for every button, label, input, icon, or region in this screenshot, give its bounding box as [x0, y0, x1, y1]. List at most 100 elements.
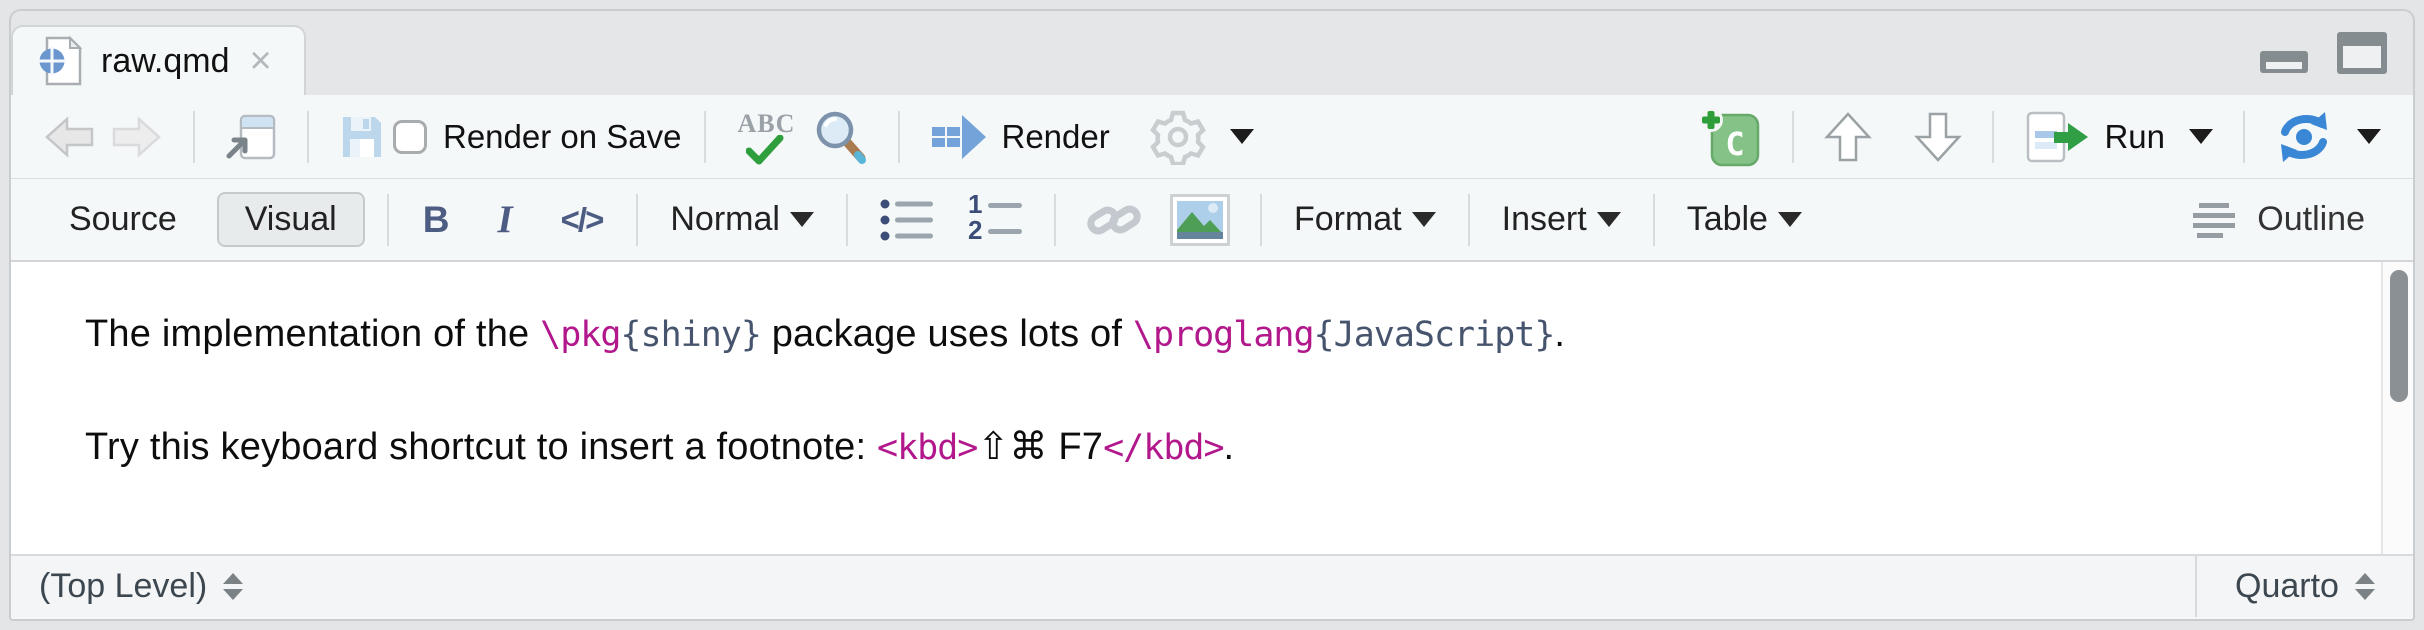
tab-title: raw.qmd	[101, 42, 230, 81]
insert-chunk-button[interactable]: C	[1690, 101, 1770, 173]
code-button[interactable]: </>	[549, 195, 615, 245]
popup-window-icon	[225, 112, 277, 162]
separator	[387, 194, 389, 246]
insert-menu[interactable]: Insert	[1492, 194, 1631, 245]
run-next-chunk-button[interactable]	[1906, 104, 1970, 170]
editor-content[interactable]: The implementation of the \pkg{shiny} pa…	[11, 262, 2413, 554]
paragraph-style-value: Normal	[670, 200, 780, 239]
open-in-new-window-button[interactable]	[217, 106, 285, 168]
render-on-save-label: Render on Save	[443, 118, 682, 156]
separator	[2243, 111, 2245, 163]
close-icon[interactable]: ×	[248, 42, 274, 80]
chevron-down-icon	[1778, 212, 1802, 227]
source-mode-button[interactable]: Source	[51, 192, 195, 247]
scrollbar-thumb[interactable]	[2390, 270, 2408, 402]
source-document-button[interactable]	[2267, 104, 2389, 170]
spellcheck-icon: ABC	[736, 109, 798, 165]
up-down-icon	[2355, 573, 2375, 600]
language-mode-selector[interactable]: Quarto	[2195, 556, 2413, 617]
italic-button[interactable]: I	[479, 191, 530, 248]
kbd-close-tag: </kbd>	[1103, 428, 1223, 468]
editor-toolbar: Render on Save ABC	[11, 95, 2413, 179]
source-editor-pane: raw.qmd ×	[9, 9, 2415, 621]
render-label: Render	[1002, 118, 1110, 156]
chevron-down-icon	[1597, 212, 1621, 227]
separator	[1792, 111, 1794, 163]
chevron-down-icon	[1230, 129, 1254, 144]
arrow-right-icon	[111, 113, 163, 161]
tex-command: \pkg	[540, 315, 620, 355]
scope-selector[interactable]: (Top Level)	[39, 567, 243, 606]
status-bar: (Top Level) Quarto	[11, 554, 2413, 617]
spellcheck-button[interactable]: ABC	[728, 103, 806, 171]
sync-icon	[2275, 110, 2333, 164]
scope-label: (Top Level)	[39, 567, 207, 606]
language-mode-label: Quarto	[2235, 567, 2339, 606]
bullet-list-icon	[878, 196, 936, 244]
outline-icon	[2191, 201, 2241, 239]
arrow-left-icon	[43, 113, 95, 161]
tex-argument: {JavaScript}	[1314, 315, 1555, 355]
outline-toggle-button[interactable]: Outline	[2183, 194, 2373, 245]
kbd-open-tag: <kbd>	[877, 428, 977, 468]
insert-link-button[interactable]	[1078, 191, 1150, 249]
separator	[307, 111, 309, 163]
code-icon: </>	[557, 201, 607, 239]
bullet-list-button[interactable]	[870, 190, 944, 250]
bold-button[interactable]: B	[411, 193, 462, 247]
separator	[704, 111, 706, 163]
insert-chunk-icon: C	[1698, 107, 1762, 167]
outline-label: Outline	[2257, 200, 2365, 239]
format-menu[interactable]: Format	[1284, 194, 1446, 245]
search-icon	[814, 109, 868, 165]
link-icon	[1086, 197, 1142, 243]
paragraph: The implementation of the \pkg{shiny} pa…	[85, 308, 2373, 361]
up-down-icon	[223, 573, 243, 600]
render-on-save-checkbox[interactable]	[393, 120, 427, 154]
tab-raw-qmd[interactable]: raw.qmd ×	[11, 25, 306, 95]
tab-bar: raw.qmd ×	[11, 11, 2413, 95]
arrow-down-icon	[1914, 110, 1962, 164]
svg-text:C: C	[1726, 125, 1745, 163]
separator	[1468, 194, 1470, 246]
chevron-down-icon	[790, 212, 814, 227]
forward-button[interactable]	[103, 107, 171, 167]
separator	[1260, 194, 1262, 246]
separator	[898, 111, 900, 163]
back-button[interactable]	[35, 107, 103, 167]
run-button[interactable]: Run	[2016, 105, 2221, 169]
quarto-document-icon	[39, 35, 83, 87]
bold-icon: B	[419, 199, 454, 241]
visual-mode-button[interactable]: Visual	[217, 192, 365, 247]
table-menu[interactable]: Table	[1677, 194, 1812, 245]
arrow-up-icon	[1824, 110, 1872, 164]
render-icon	[930, 113, 988, 161]
maximize-icon[interactable]	[2337, 31, 2387, 75]
render-button[interactable]: Render	[922, 107, 1118, 167]
separator	[1054, 194, 1056, 246]
paragraph: Try this keyboard shortcut to insert a f…	[85, 421, 2373, 474]
chevron-down-icon	[2357, 129, 2381, 144]
save-button[interactable]	[331, 107, 393, 167]
separator	[1653, 194, 1655, 246]
paragraph-style-dropdown[interactable]: Normal	[660, 194, 824, 245]
numbered-list-button[interactable]: 1 2	[958, 189, 1032, 251]
separator	[1992, 111, 1994, 163]
render-settings-button[interactable]	[1142, 103, 1262, 171]
tex-command: \proglang	[1133, 315, 1314, 355]
separator	[193, 111, 195, 163]
run-previous-chunks-button[interactable]	[1816, 104, 1880, 170]
minimize-icon[interactable]	[2259, 31, 2309, 75]
chevron-down-icon	[1412, 212, 1436, 227]
find-replace-button[interactable]	[806, 103, 876, 171]
run-label: Run	[2104, 118, 2165, 156]
run-icon	[2024, 111, 2090, 163]
numbered-list-icon: 1 2	[966, 195, 1024, 245]
visual-editor-toolbar: Source Visual B I </> Normal	[11, 179, 2413, 262]
separator	[636, 194, 638, 246]
chevron-down-icon	[2189, 129, 2213, 144]
vertical-scrollbar[interactable]	[2381, 262, 2413, 554]
keyboard-shortcut: ⇧⌘ F7	[977, 426, 1103, 468]
insert-image-button[interactable]	[1162, 188, 1238, 252]
image-icon	[1170, 194, 1230, 246]
